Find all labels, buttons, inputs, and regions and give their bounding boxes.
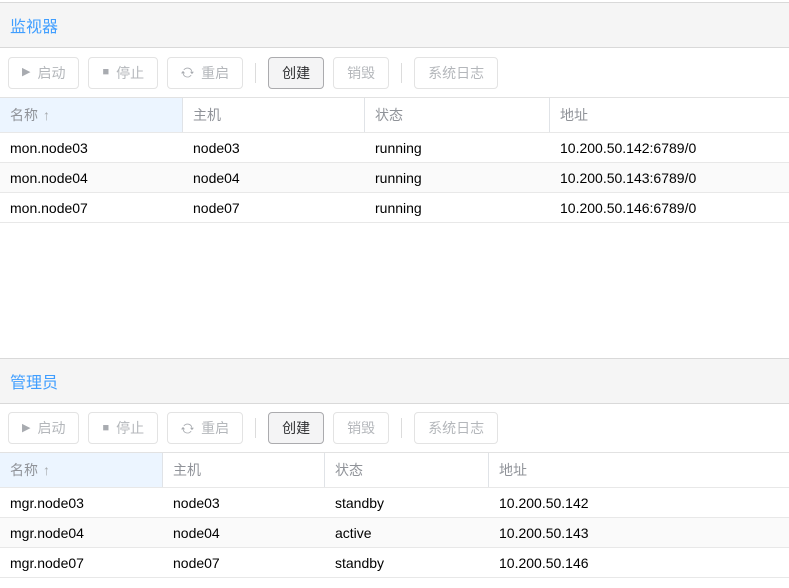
cell-status: standby	[335, 554, 385, 571]
column-header-name[interactable]: 名称 ↑	[0, 98, 183, 132]
play-icon: ▶	[22, 421, 31, 434]
column-header-host[interactable]: 主机	[163, 453, 325, 487]
cell-status: active	[335, 524, 372, 541]
monitors-table-header: 名称 ↑ 主机 状态 地址	[0, 97, 789, 133]
monitors-panel-header: 监视器	[0, 2, 789, 48]
cell-host: node04	[193, 169, 240, 186]
cell-address: 10.200.50.143	[499, 524, 589, 541]
play-icon: ▶	[22, 66, 31, 78]
restart-button[interactable]: 重启	[167, 412, 244, 444]
table-row[interactable]: mgr.node03 node03 standby 10.200.50.142	[0, 488, 789, 518]
cell-name: mgr.node07	[10, 554, 84, 571]
table-row[interactable]: mgr.node07 node07 standby 10.200.50.146	[0, 548, 789, 578]
table-row[interactable]: mgr.node04 node04 active 10.200.50.143	[0, 518, 789, 548]
monitors-panel-title: 监视器	[10, 19, 59, 36]
system-log-button[interactable]: 系统日志	[414, 412, 499, 444]
cell-name: mgr.node04	[10, 524, 84, 541]
destroy-button-label: 销毁	[347, 420, 376, 436]
create-button[interactable]: 创建	[268, 412, 325, 444]
start-button[interactable]: ▶ 启动	[8, 412, 80, 444]
restart-button-label: 重启	[201, 420, 230, 436]
column-header-address[interactable]: 地址	[489, 453, 789, 487]
cell-address: 10.200.50.146	[499, 554, 589, 571]
stop-icon: ■	[102, 421, 110, 434]
table-row[interactable]: mon.node04 node04 running 10.200.50.143:…	[0, 163, 789, 193]
start-button-label: 启动	[37, 420, 66, 436]
cell-address: 10.200.50.142	[499, 494, 589, 511]
restart-button-label: 重启	[201, 64, 230, 81]
cell-status: standby	[335, 494, 385, 511]
toolbar-divider	[401, 418, 403, 438]
sort-ascending-icon: ↑	[43, 107, 50, 123]
create-button-label: 创建	[282, 420, 311, 436]
toolbar-divider	[401, 62, 403, 83]
cell-status: running	[375, 139, 422, 156]
managers-panel-header: 管理员	[0, 358, 789, 404]
column-header-address[interactable]: 地址	[550, 98, 789, 132]
create-button[interactable]: 创建	[268, 56, 325, 89]
cell-name: mon.node03	[10, 139, 88, 156]
managers-panel-title: 管理员	[10, 375, 59, 392]
system-log-button-label: 系统日志	[428, 64, 485, 81]
sort-ascending-icon: ↑	[43, 462, 50, 478]
monitors-toolbar: ▶ 启动 ■ 停止 重启 创建 销毁 系统日志	[0, 48, 789, 97]
column-header-status[interactable]: 状态	[325, 453, 489, 487]
destroy-button-label: 销毁	[347, 64, 376, 81]
cell-address: 10.200.50.142:6789/0	[560, 139, 697, 156]
managers-table-header: 名称 ↑ 主机 状态 地址	[0, 452, 789, 488]
start-button[interactable]: ▶ 启动	[8, 56, 80, 89]
cell-status: running	[375, 169, 422, 186]
start-button-label: 启动	[37, 64, 66, 81]
cell-name: mon.node07	[10, 199, 88, 216]
cell-host: node04	[173, 524, 220, 541]
panel-gap	[0, 223, 789, 358]
system-log-button-label: 系统日志	[428, 420, 485, 436]
column-header-name[interactable]: 名称 ↑	[0, 453, 163, 487]
destroy-button[interactable]: 销毁	[333, 412, 390, 444]
cell-status: running	[375, 199, 422, 216]
column-header-host[interactable]: 主机	[183, 98, 365, 132]
managers-panel: 管理员 ▶ 启动 ■ 停止 重启 创建 销毁 系统日志 名称 ↑ 主机 状态 地…	[0, 358, 789, 578]
stop-button-label: 停止	[116, 64, 145, 81]
cell-host: node03	[173, 494, 220, 511]
cell-address: 10.200.50.143:6789/0	[560, 169, 697, 186]
cell-name: mon.node04	[10, 169, 88, 186]
stop-button[interactable]: ■ 停止	[88, 56, 159, 89]
cell-host: node07	[173, 554, 220, 571]
cell-name: mgr.node03	[10, 494, 84, 511]
refresh-icon	[181, 422, 194, 435]
refresh-icon	[181, 66, 194, 79]
restart-button[interactable]: 重启	[167, 56, 244, 89]
cell-host: node03	[193, 139, 240, 156]
monitors-panel: 监视器 ▶ 启动 ■ 停止 重启 创建 销毁 系统日志 名称 ↑ 主机 状态 地…	[0, 2, 789, 223]
toolbar-divider	[255, 62, 257, 83]
managers-toolbar: ▶ 启动 ■ 停止 重启 创建 销毁 系统日志	[0, 404, 789, 452]
stop-icon: ■	[102, 66, 110, 78]
toolbar-divider	[255, 418, 257, 438]
stop-button[interactable]: ■ 停止	[88, 412, 159, 444]
table-row[interactable]: mon.node03 node03 running 10.200.50.142:…	[0, 133, 789, 163]
stop-button-label: 停止	[116, 420, 145, 436]
column-header-status[interactable]: 状态	[365, 98, 550, 132]
table-row[interactable]: mon.node07 node07 running 10.200.50.146:…	[0, 193, 789, 223]
system-log-button[interactable]: 系统日志	[414, 56, 499, 89]
cell-address: 10.200.50.146:6789/0	[560, 199, 697, 216]
destroy-button[interactable]: 销毁	[333, 56, 390, 89]
create-button-label: 创建	[282, 64, 311, 81]
cell-host: node07	[193, 199, 240, 216]
